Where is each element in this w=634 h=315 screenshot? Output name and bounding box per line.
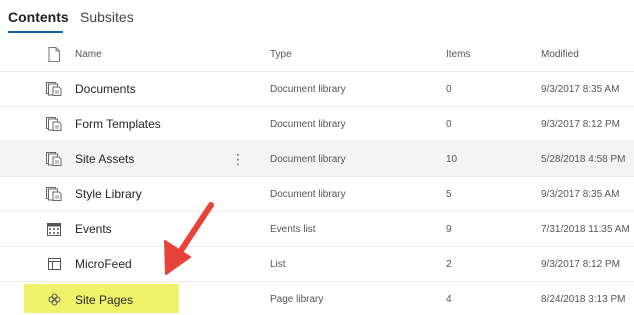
item-name[interactable]: MicroFeed <box>75 247 225 281</box>
column-header-items[interactable]: Items <box>446 38 526 71</box>
column-header-type[interactable]: Type <box>270 38 440 71</box>
item-name[interactable]: Site Pages <box>75 282 225 315</box>
document-library-icon <box>46 107 62 141</box>
item-type: Document library <box>270 188 346 200</box>
column-header-name[interactable]: Name <box>75 38 225 71</box>
item-count: 9 <box>446 223 452 235</box>
item-count: 4 <box>446 294 452 305</box>
item-modified: 7/31/2018 11:35 AM <box>541 223 630 235</box>
item-modified: 9/3/2017 8:12 PM <box>541 258 620 270</box>
tab-bar: Contents Subsites <box>0 0 634 36</box>
item-type: Page library <box>270 294 324 305</box>
item-name[interactable]: Events <box>75 212 225 246</box>
item-name[interactable]: Style Library <box>75 177 225 211</box>
item-count: 0 <box>446 83 452 95</box>
item-type: Events list <box>270 223 316 235</box>
document-library-icon <box>46 142 62 176</box>
list-item[interactable]: Documents Document library 0 9/3/2017 8:… <box>0 72 634 107</box>
item-type: Document library <box>270 153 346 165</box>
item-modified: 8/24/2018 3:13 PM <box>541 294 626 305</box>
list-item[interactable]: Form Templates Document library 0 9/3/20… <box>0 107 634 142</box>
list-item[interactable]: Site Pages Page library 4 8/24/2018 3:13… <box>0 282 634 315</box>
contents-list: Name Type Items Modified Documents Docum… <box>0 38 634 315</box>
item-name[interactable]: Documents <box>75 72 225 106</box>
document-library-icon <box>46 177 62 211</box>
tab-contents[interactable]: Contents <box>8 9 69 25</box>
list-item[interactable]: Events Events list 9 7/31/2018 11:35 AM <box>0 212 634 247</box>
item-modified: 9/3/2017 8:35 AM <box>541 188 620 200</box>
list-icon <box>46 247 62 281</box>
calendar-list-icon <box>46 212 62 246</box>
document-library-icon <box>46 72 62 106</box>
list-item[interactable]: Style Library Document library 5 9/3/201… <box>0 177 634 212</box>
list-header: Name Type Items Modified <box>0 38 634 72</box>
item-type: List <box>270 258 286 270</box>
item-count: 5 <box>446 188 452 200</box>
item-type: Document library <box>270 118 346 130</box>
item-name[interactable]: Site Assets <box>75 142 225 176</box>
item-count: 2 <box>446 258 452 270</box>
list-item[interactable]: MicroFeed List 2 9/3/2017 8:12 PM <box>0 247 634 282</box>
item-type: Document library <box>270 83 346 95</box>
item-count: 10 <box>446 153 458 165</box>
more-options-icon[interactable]: ⋮ <box>232 142 244 176</box>
tab-subsites[interactable]: Subsites <box>80 9 134 25</box>
item-modified: 9/3/2017 8:35 AM <box>541 83 620 95</box>
page-library-icon <box>46 282 62 315</box>
item-name[interactable]: Form Templates <box>75 107 225 141</box>
item-modified: 5/28/2018 4:58 PM <box>541 153 626 165</box>
item-modified: 9/3/2017 8:12 PM <box>541 118 620 130</box>
active-tab-indicator <box>8 31 63 33</box>
column-header-modified[interactable]: Modified <box>541 38 634 71</box>
file-type-header-icon[interactable] <box>46 38 62 71</box>
list-item[interactable]: Site Assets ⋮ Document library 10 5/28/2… <box>0 142 634 177</box>
item-count: 0 <box>446 118 452 130</box>
